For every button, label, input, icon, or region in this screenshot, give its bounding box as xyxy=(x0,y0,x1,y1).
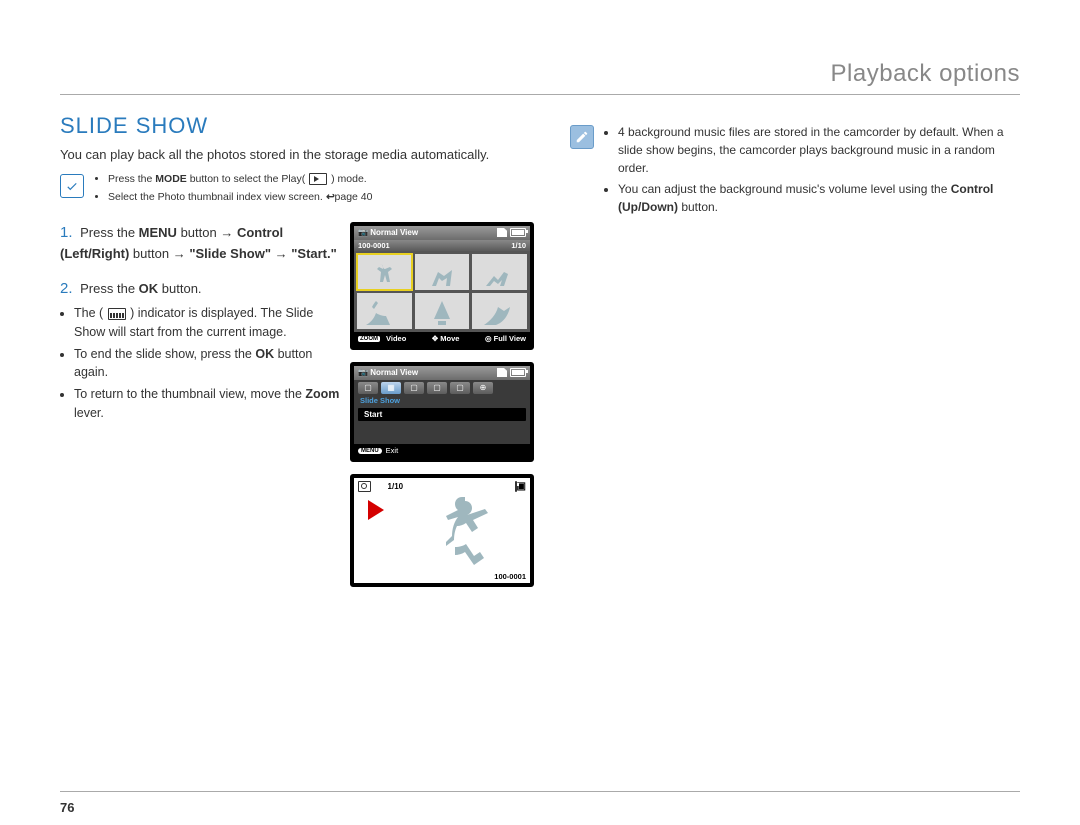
photo-icon xyxy=(358,481,371,492)
menu-exit-label: Exit xyxy=(386,446,399,455)
slideshow-folder-label: 100-0001 xyxy=(494,572,526,581)
slideshow-icon: ▦ xyxy=(375,481,384,492)
left-column: SLIDE SHOW You can play back all the pho… xyxy=(60,113,540,603)
bottom-video-label: Video xyxy=(386,334,406,343)
section-title: SLIDE SHOW xyxy=(60,113,540,139)
right-column: 4 background music files are stored in t… xyxy=(570,113,1020,603)
play-mode-icon xyxy=(309,173,327,185)
battery-icon xyxy=(510,228,526,237)
slideshow-counter: 1/10 xyxy=(388,482,404,491)
menu-item-start: Start xyxy=(358,408,526,421)
menu-tab-5: ▢ xyxy=(450,382,470,394)
screen-menu: 📷 Normal View ▢ ▦ ▢ ▢ xyxy=(350,362,534,462)
step-1: 1. Press the MENU button → Control (Left… xyxy=(60,222,340,587)
thumbnail-5 xyxy=(415,293,470,329)
menu-tab-4: ▢ xyxy=(427,382,447,394)
zoom-tag: ZOOM xyxy=(358,336,380,342)
photo-silhouette xyxy=(420,489,510,579)
play-indicator-icon xyxy=(368,500,384,520)
thumbnail-3 xyxy=(472,254,527,290)
menu-tab-slideshow: ▦ xyxy=(381,382,401,394)
prereq-line-2: Select the Photo thumbnail index view sc… xyxy=(108,190,373,206)
pencil-note-icon xyxy=(570,125,594,149)
note-bullet-2: You can adjust the background music's vo… xyxy=(618,180,1020,216)
photo-counter: 1/10 xyxy=(511,241,526,250)
storage-icon xyxy=(497,368,507,377)
page-number: 76 xyxy=(60,791,1020,815)
step2-bullet-3: To return to the thumbnail view, move th… xyxy=(74,385,340,423)
folder-label: 100-0001 xyxy=(358,241,390,250)
menu-tab-3: ▢ xyxy=(404,382,424,394)
header-title: Playback options xyxy=(831,60,1020,87)
thumbnail-4 xyxy=(357,293,412,329)
storage-icon xyxy=(497,228,507,237)
section-intro: You can play back all the photos stored … xyxy=(60,147,540,162)
step2-bullet-2: To end the slide show, press the OK butt… xyxy=(74,345,340,383)
menu-tab-1: ▢ xyxy=(358,382,378,394)
menu-button-label: MENU xyxy=(358,448,382,454)
move-icon: ✥ xyxy=(432,334,438,343)
page-ref-icon: ↪ xyxy=(326,190,335,206)
battery-icon xyxy=(510,368,526,377)
info-note: 4 background music files are stored in t… xyxy=(570,123,1020,219)
prereq-line-1: Press the MODE button to select the Play… xyxy=(108,172,373,188)
page-header: Playback options xyxy=(60,60,1020,95)
photo-mode-icon: 📷 xyxy=(358,368,368,377)
menu-tab-6: ⊕ xyxy=(473,382,493,394)
menu-label-slideshow: Slide Show xyxy=(360,396,526,405)
check-icon xyxy=(60,174,84,198)
thumbnail-1 xyxy=(357,254,412,290)
fullview-icon: ◎ xyxy=(485,334,492,343)
screen-slideshow-playing: ▦ 1/10 ▣ xyxy=(350,474,534,587)
thumbnail-2 xyxy=(415,254,470,290)
battery-icon xyxy=(515,481,517,492)
step2-bullet-1: The ( ) indicator is displayed. The Slid… xyxy=(74,304,340,342)
prerequisite-note: Press the MODE button to select the Play… xyxy=(60,172,540,208)
slideshow-indicator-icon xyxy=(108,308,126,320)
note-bullet-1: 4 background music files are stored in t… xyxy=(618,123,1020,177)
screen-thumbnail-grid: 📷 Normal View 100-0001 1/10 xyxy=(350,222,534,350)
photo-mode-icon: 📷 xyxy=(358,228,368,237)
thumbnail-6 xyxy=(472,293,527,329)
